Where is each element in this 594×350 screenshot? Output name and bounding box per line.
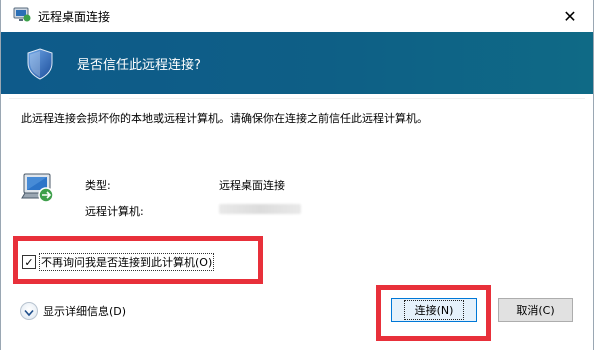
connect-button[interactable]: 连接(N) (391, 298, 477, 322)
header-banner: 是否信任此远程连接? (1, 32, 593, 94)
remote-computer-value-redacted (219, 204, 301, 214)
chevron-down-icon (24, 302, 34, 321)
checkbox-box[interactable]: ✓ (22, 255, 36, 269)
rdp-computer-icon (21, 170, 57, 206)
warning-message: 此远程连接会损坏你的本地或远程计算机。请确保你在连接之前信任此远程计算机。 (21, 112, 428, 125)
window-title: 远程桌面连接 (38, 10, 111, 24)
check-mark: ✓ (24, 255, 34, 269)
rdp-app-icon (13, 7, 31, 23)
close-button[interactable]: ✕ (547, 0, 593, 32)
divider (9, 98, 585, 99)
remote-computer-label: 远程计算机: (85, 205, 144, 218)
dont-ask-again-checkbox[interactable]: ✓ 不再询问我是否连接到此计算机(O) (22, 253, 215, 271)
type-label: 类型: (85, 179, 111, 192)
show-details-toggle[interactable] (20, 302, 38, 320)
show-details-label[interactable]: 显示详细信息(D) (43, 303, 126, 319)
shield-icon (27, 48, 53, 80)
rdp-trust-dialog: 远程桌面连接 ✕ 是否信任此远程连接? 此远程连接会损坏你的本地或远程计算机。请… (0, 0, 594, 350)
title-bar: 远程桌面连接 ✕ (1, 0, 593, 32)
banner-question: 是否信任此远程连接? (77, 58, 201, 73)
cancel-button[interactable]: 取消(C) (498, 298, 573, 322)
close-icon: ✕ (563, 6, 577, 26)
checkbox-label[interactable]: 不再询问我是否连接到此计算机(O) (39, 253, 215, 271)
connect-button-label: 连接(N) (403, 300, 465, 320)
type-value: 远程桌面连接 (219, 179, 285, 192)
cancel-button-label: 取消(C) (516, 304, 555, 317)
